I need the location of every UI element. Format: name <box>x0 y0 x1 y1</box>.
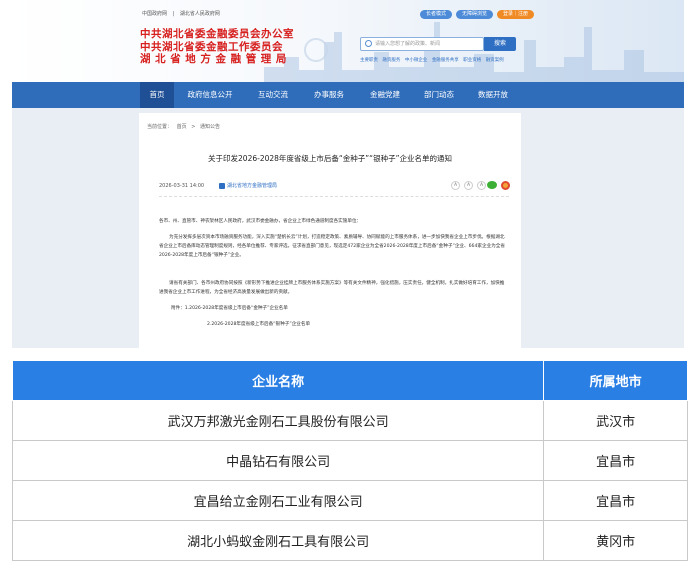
font-size-controls: A A A <box>451 181 486 190</box>
article-meta: 2026-03-31 14:00 湖北省地方金融管理局 A A A <box>159 181 510 197</box>
breadcrumb-separator: > <box>191 124 196 130</box>
paragraph-2: 请省有关部门、各市州政府协同按照《新形势下推进企业挂牌上市服务体系实施方案》等有… <box>159 281 505 296</box>
site-logo-text[interactable]: 中共湖北省委金融委员会办公室 中共湖北省委金融工作委员会 湖北省地方金融管理局 <box>140 28 294 66</box>
attachment-link-1[interactable]: 附件：1.2026-2028年度省级上市后备“金种子”企业名单 <box>171 305 288 311</box>
city-cell: 宜昌市 <box>543 440 688 481</box>
article-panel: 当前位置： 首页 > 通知公告 关于印发2026-2028年度省级上市后备“金种… <box>139 113 521 348</box>
article-title: 关于印发2026-2028年度省级上市后备“金种子”“银种子”企业名单的通知 <box>208 154 452 163</box>
brand-line-3: 湖北省地方金融管理局 <box>140 53 291 65</box>
company-name-cell: 中晶钻石有限公司 <box>11 440 545 481</box>
divider: | <box>172 11 175 17</box>
wechat-share-icon[interactable] <box>487 181 497 189</box>
city-cell: 武汉市 <box>543 400 688 441</box>
company-name-cell: 湖北小蚂蚁金刚石工具有限公司 <box>11 520 545 561</box>
share-buttons <box>487 181 510 190</box>
emblem-watermark-icon <box>304 38 328 62</box>
weibo-share-icon[interactable] <box>501 181 510 190</box>
gov-portal-link[interactable]: 中国政府网 <box>142 11 167 17</box>
nav-party-building[interactable]: 金融党建 <box>360 82 410 108</box>
hot-link[interactable]: 金融服务共享 <box>432 58 459 63</box>
main-nav: 首页 政府信息公开 互动交流 办事服务 金融党建 部门动态 数据开放 <box>12 82 684 108</box>
article-source: 湖北省地方金融管理局 <box>219 182 277 189</box>
source-icon <box>219 182 225 189</box>
brand-line-2: 中共湖北省委金融工作委员会 <box>140 40 283 53</box>
top-links: 中国政府网 | 湖北省人民政府网 <box>142 10 224 17</box>
attachment-link-2[interactable]: 2.2026-2028年度省级上市后备“银种子”企业名单 <box>207 321 310 327</box>
hot-link[interactable]: 融资服务 <box>382 58 400 63</box>
accessibility-button[interactable]: 无障碍浏览 <box>456 10 494 19</box>
site-header: 中国政府网 | 湖北省人民政府网 长者模式 无障碍浏览 登录｜注册 中共湖北省委… <box>12 0 684 82</box>
font-medium-button[interactable]: A <box>464 181 473 190</box>
font-large-button[interactable]: A <box>451 181 460 190</box>
search-input[interactable]: 请输入您想了解的政策、新闻 <box>360 37 484 51</box>
table-row: 宜昌给立金刚石工业有限公司 宜昌市 <box>11 480 688 521</box>
nav-services[interactable]: 办事服务 <box>304 82 354 108</box>
breadcrumb-notices[interactable]: 通知公告 <box>200 124 220 130</box>
paragraph-1: 为充分发挥多层次资本市场融资服务功能，深入实施“楚帆长云”计划，打造稳定政策、素… <box>159 235 505 259</box>
font-small-button[interactable]: A <box>477 181 486 190</box>
breadcrumb: 当前位置： 首页 > 通知公告 <box>147 123 223 130</box>
brand-line-1: 中共湖北省委金融委员会办公室 <box>140 28 294 40</box>
table-row: 湖北小蚂蚁金刚石工具有限公司 黄冈市 <box>11 520 688 561</box>
breadcrumb-label: 当前位置： <box>147 124 173 130</box>
nav-interaction[interactable]: 互动交流 <box>248 82 298 108</box>
company-table: 企业名称 所属地市 武汉万邦激光金刚石工具股份有限公司 武汉市 中晶钻石有限公司… <box>11 360 688 561</box>
hubei-gov-link[interactable]: 湖北省人民政府网 <box>180 11 220 17</box>
city-cell: 黄冈市 <box>543 520 688 561</box>
source-name: 湖北省地方金融管理局 <box>227 183 278 189</box>
hot-link[interactable]: 融资案例 <box>486 58 504 63</box>
website-screenshot: 中国政府网 | 湖北省人民政府网 长者模式 无障碍浏览 登录｜注册 中共湖北省委… <box>12 0 684 348</box>
table-row: 中晶钻石有限公司 宜昌市 <box>11 440 688 481</box>
breadcrumb-home[interactable]: 首页 <box>177 124 187 130</box>
hot-links: 主要职责 融资服务 中小微企业 金融服务共享 职业资格 融资案例 <box>360 57 507 63</box>
hot-link[interactable]: 职业资格 <box>463 58 481 63</box>
nav-home[interactable]: 首页 <box>140 82 174 108</box>
company-name-cell: 宜昌给立金刚石工业有限公司 <box>11 480 545 521</box>
search-button[interactable]: 搜索 <box>484 37 516 51</box>
salutation: 各市、州、直管市、神农架林区人民政府，武汉市委金融办，省企业上市绿色通道制度各实… <box>159 219 362 224</box>
top-pills: 长者模式 无障碍浏览 登录｜注册 <box>420 10 535 19</box>
nav-info-disclosure[interactable]: 政府信息公开 <box>180 82 240 108</box>
search-icon <box>365 40 372 47</box>
company-name-cell: 武汉万邦激光金刚石工具股份有限公司 <box>11 400 545 441</box>
publish-date: 2026-03-31 14:00 <box>159 183 205 189</box>
column-header-company: 企业名称 <box>11 360 545 401</box>
nav-dept-news[interactable]: 部门动态 <box>414 82 464 108</box>
login-register-button[interactable]: 登录｜注册 <box>497 10 535 19</box>
table-row: 武汉万邦激光金刚石工具股份有限公司 武汉市 <box>11 400 688 441</box>
elder-mode-button[interactable]: 长者模式 <box>420 10 453 19</box>
table-header-row: 企业名称 所属地市 <box>11 360 688 401</box>
city-cell: 宜昌市 <box>543 480 688 521</box>
hot-link[interactable]: 主要职责 <box>360 58 378 63</box>
nav-open-data[interactable]: 数据开放 <box>468 82 518 108</box>
column-header-city: 所属地市 <box>543 360 688 401</box>
hot-link[interactable]: 中小微企业 <box>405 58 428 63</box>
